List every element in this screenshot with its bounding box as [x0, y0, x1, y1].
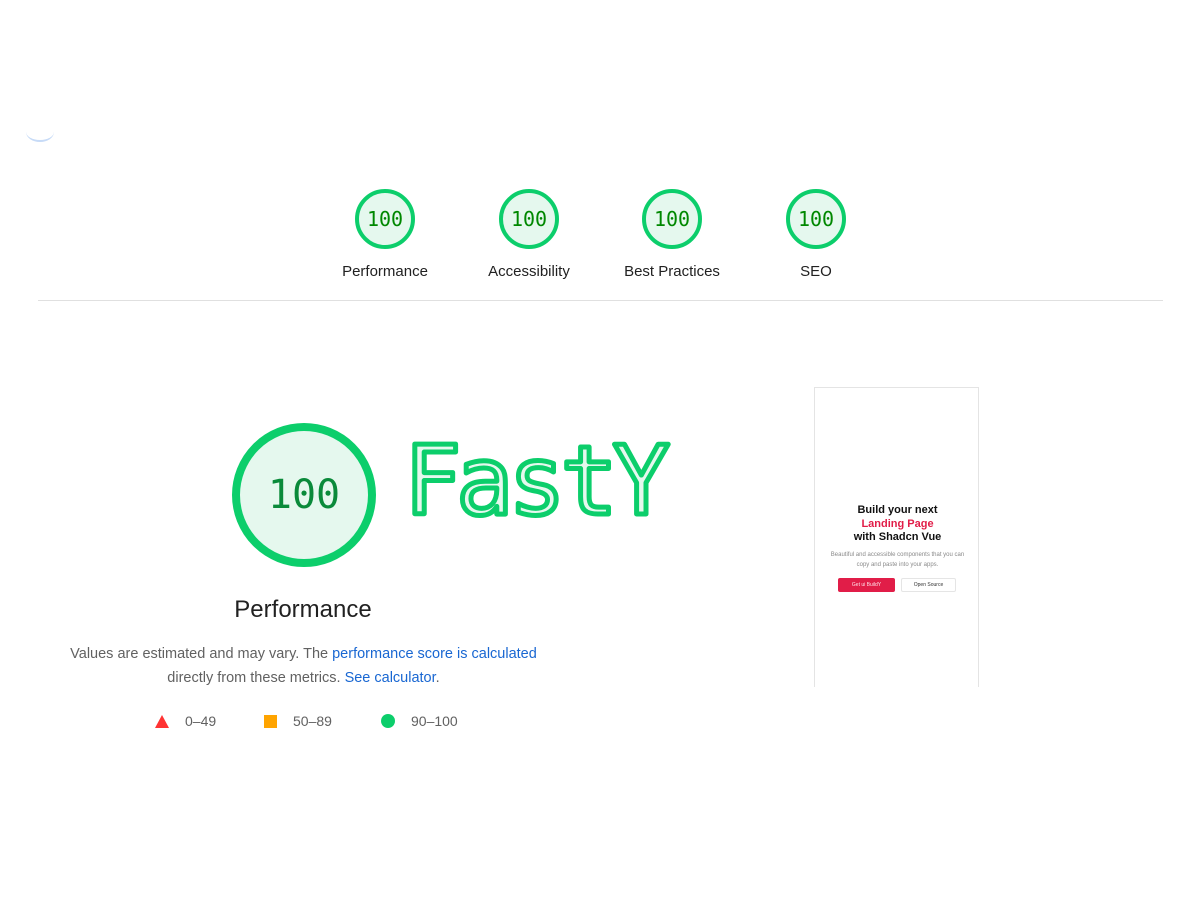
gauge-ring: 100: [355, 189, 415, 249]
gauge-best-practices[interactable]: 100 Best Practices: [602, 189, 742, 280]
gauge-score: 100: [510, 207, 548, 231]
see-calculator-link[interactable]: See calculator: [345, 670, 436, 686]
desc-text: Values are estimated and may vary. The: [70, 646, 333, 662]
desc-text: .: [435, 670, 440, 686]
legend-range: 90–100: [411, 713, 458, 729]
thumbnail-heading: Build your next Landing Page with Shadcn…: [815, 504, 978, 545]
performance-title: Performance: [234, 596, 372, 623]
thumbnail-primary-button: Get ui BuildY: [838, 578, 895, 592]
triangle-icon: [155, 714, 169, 728]
legend-item-average: 50–89: [264, 713, 332, 729]
desc-text: directly from these metrics.: [167, 670, 345, 686]
gauge-score: 100: [797, 207, 835, 231]
thumbnail-secondary-button: Open Source: [901, 578, 956, 592]
performance-description: Values are estimated and may vary. The p…: [60, 642, 547, 690]
thumbnail-heading-accent: Landing Page: [861, 517, 934, 530]
thumbnail-heading-line: Build your next: [857, 504, 938, 516]
performance-score-link[interactable]: performance score is calculated: [332, 646, 537, 662]
performance-score: 100: [267, 472, 341, 518]
gauge-ring: 100: [786, 189, 846, 249]
legend-item-fail: 0–49: [155, 713, 216, 729]
gauge-label: SEO: [800, 263, 832, 280]
page-screenshot-thumbnail: Build your next Landing Page with Shadcn…: [814, 387, 979, 687]
legend-range: 50–89: [293, 713, 332, 729]
decorative-arc: [26, 122, 54, 142]
legend-range: 0–49: [185, 713, 217, 729]
gauge-label: Accessibility: [488, 263, 570, 280]
gauge-score: 100: [366, 207, 404, 231]
gauge-ring: 100: [499, 189, 559, 249]
gauge-score: 100: [653, 207, 691, 231]
legend-item-pass: 90–100: [381, 713, 458, 729]
gauge-accessibility[interactable]: 100 Accessibility: [459, 189, 599, 280]
gauge-label: Best Practices: [624, 263, 720, 280]
section-divider: [38, 300, 1163, 301]
gauge-seo[interactable]: 100 SEO: [746, 189, 886, 280]
performance-gauge: 100: [232, 423, 376, 567]
fasty-logo-text: FastY: [404, 432, 669, 532]
gauge-ring: 100: [642, 189, 702, 249]
fasty-logo: FastY: [402, 432, 677, 532]
gauge-performance[interactable]: 100 Performance: [315, 189, 455, 280]
thumbnail-paragraph: Beautiful and accessible components that…: [830, 552, 965, 568]
thumbnail-heading-line: with Shadcn Vue: [853, 531, 942, 543]
circle-icon: [381, 714, 395, 728]
gauge-label: Performance: [342, 263, 428, 280]
square-icon: [264, 714, 277, 728]
